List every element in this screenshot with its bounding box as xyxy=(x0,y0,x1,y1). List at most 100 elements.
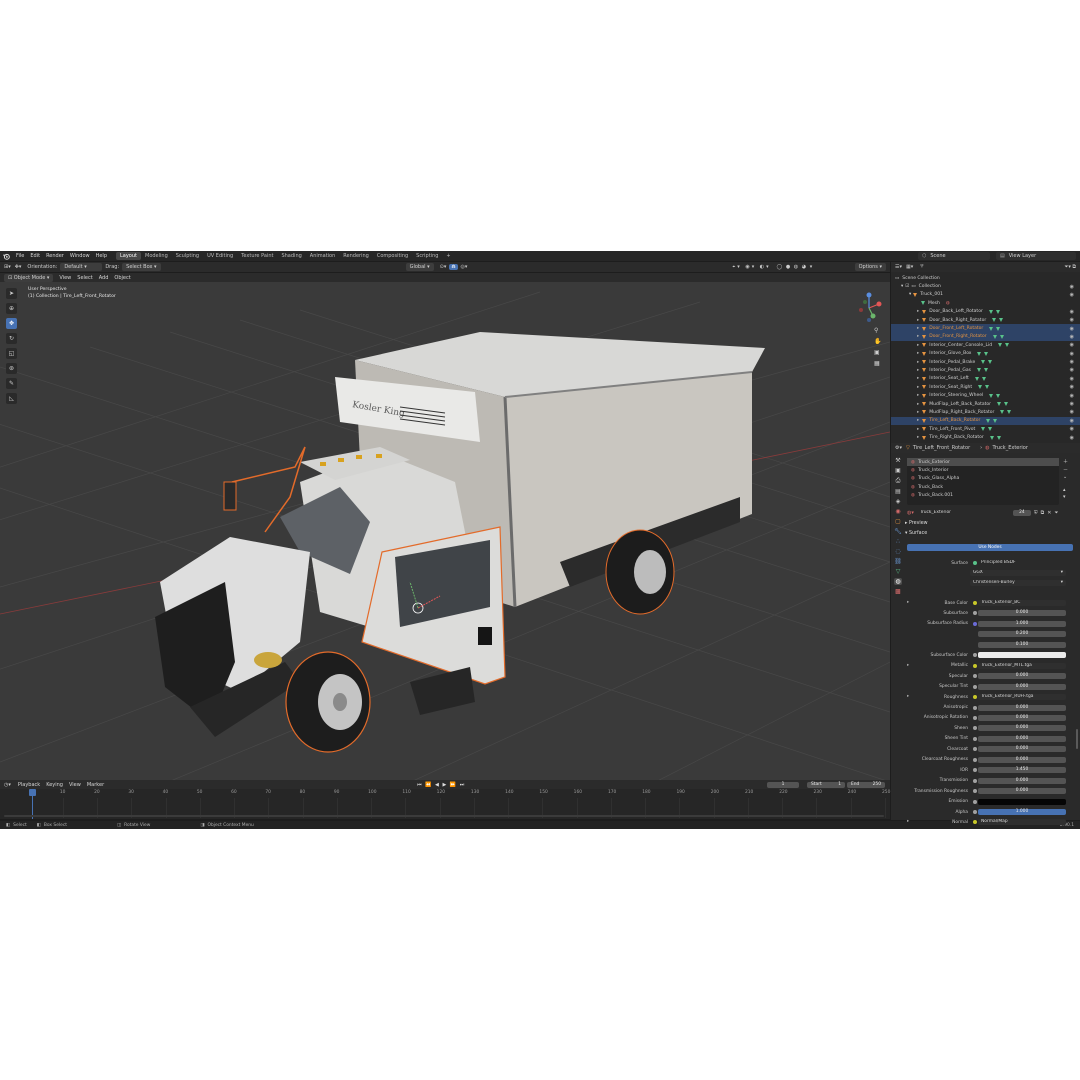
socket-icon[interactable] xyxy=(971,820,978,825)
numeric-field[interactable]: 0.000 xyxy=(978,756,1066,763)
expand-arrow-icon[interactable]: ▸ xyxy=(907,663,909,668)
outliner-search-input[interactable]: ⚲ xyxy=(917,264,991,270)
orientation-dropdown[interactable]: Default ▾ xyxy=(60,263,103,271)
move-slot-up-button[interactable]: ▴ xyxy=(1063,487,1068,493)
color-swatch-white[interactable] xyxy=(978,652,1066,659)
collapsed-arrow-icon[interactable]: ▸ xyxy=(917,309,919,314)
outliner-item[interactable]: ▸ Interior_Steering_Wheel ◉ xyxy=(891,391,1080,399)
outliner-editor-icon[interactable]: ☰▾ xyxy=(895,264,902,270)
material-slot[interactable]: ◍ Truck_Back xyxy=(907,483,1059,491)
outliner-item[interactable]: ▸ Interior_Glove_Box ◉ xyxy=(891,350,1080,358)
transform-space-dropdown[interactable]: Global ▾ xyxy=(405,263,434,271)
collapsed-arrow-icon[interactable]: ▸ xyxy=(917,410,919,415)
properties-editor-icon[interactable]: ⚙▾ xyxy=(895,445,902,451)
properties-scrollbar[interactable] xyxy=(1076,729,1078,749)
numeric-field[interactable]: 0.000 xyxy=(978,746,1066,753)
numeric-field[interactable]: 0.000 xyxy=(978,725,1066,732)
cursor-tool-button[interactable]: ⊕ xyxy=(6,303,17,314)
scene-tab-icon[interactable]: ◈ xyxy=(896,498,901,505)
menu-window[interactable]: Window xyxy=(67,253,93,259)
outliner-item[interactable]: ▸ Door_Front_Left_Rotator ◉ xyxy=(891,324,1080,333)
numeric-field[interactable]: 0.000 xyxy=(978,777,1066,784)
socket-icon[interactable] xyxy=(971,747,978,752)
outliner-item[interactable]: ▸ Tire_Left_Front_Pivot ◉ xyxy=(891,425,1080,433)
material-slot[interactable]: ◍ Truck_Back.001 xyxy=(907,492,1059,500)
socket-icon[interactable] xyxy=(971,611,978,616)
particles-tab-icon[interactable]: ∴ xyxy=(896,538,900,545)
eye-icon[interactable]: ◉ xyxy=(1070,359,1074,365)
collapsed-arrow-icon[interactable]: ▸ xyxy=(917,368,919,373)
numeric-field[interactable]: 0.100 xyxy=(978,641,1066,648)
checkbox-icon[interactable]: ☑ xyxy=(905,284,909,289)
outliner-item[interactable]: ▸ Door_Back_Left_Rotator ◉ xyxy=(891,308,1080,316)
material-user-count[interactable]: 24 xyxy=(1012,510,1031,516)
socket-icon[interactable] xyxy=(971,653,978,658)
texture-input-field[interactable]: Normal/Map xyxy=(978,819,1066,826)
add-workspace-button[interactable]: + xyxy=(442,252,454,260)
viewport-menu-add[interactable]: Add xyxy=(96,275,112,281)
socket-icon[interactable] xyxy=(971,778,978,783)
move-tool-button[interactable]: ✥ xyxy=(6,318,17,329)
snap-icon[interactable]: ⊙▾ xyxy=(440,264,447,270)
tab-modeling[interactable]: Modeling xyxy=(141,252,172,260)
material-filter-icon[interactable]: ⏷ xyxy=(1054,510,1058,516)
viewport-menu-object[interactable]: Object xyxy=(111,275,133,281)
numeric-field[interactable]: 0.000 xyxy=(978,788,1066,795)
outliner-item[interactable]: ▸ Interior_Center_Console_Lid ◉ xyxy=(891,341,1080,349)
material-browse-icon[interactable]: ◍▾ xyxy=(907,510,914,516)
material-slot[interactable]: ◍ Truck_Exterior xyxy=(907,458,1059,467)
proportional-edit-icon[interactable]: ◎▾ xyxy=(461,264,468,270)
eye-icon[interactable]: ◉ xyxy=(1070,393,1074,399)
menu-file[interactable]: File xyxy=(13,253,27,259)
camera-icon[interactable]: ▣ xyxy=(874,349,881,356)
collapsed-arrow-icon[interactable]: ▸ xyxy=(917,360,919,365)
remove-slot-button[interactable]: － xyxy=(1063,466,1068,473)
eye-icon[interactable]: ◉ xyxy=(1070,284,1074,290)
eye-icon[interactable]: ◉ xyxy=(1070,317,1074,323)
outliner-item[interactable]: ▸ Tire_Left_Back_Rotator ◉ xyxy=(891,416,1080,426)
eye-icon[interactable]: ◉ xyxy=(1070,401,1074,407)
socket-icon[interactable] xyxy=(971,736,978,741)
tab-scripting[interactable]: Scripting xyxy=(412,252,442,260)
eye-icon[interactable]: ◉ xyxy=(1070,426,1074,432)
timeline-menu-view[interactable]: View xyxy=(66,782,84,788)
use-nodes-button[interactable]: Use Nodes xyxy=(907,544,1073,551)
collapsed-arrow-icon[interactable]: ▸ xyxy=(917,435,919,440)
data-tab-icon[interactable]: ▽ xyxy=(896,568,901,575)
socket-icon[interactable] xyxy=(971,768,978,773)
numeric-field[interactable]: 1.000 xyxy=(978,620,1066,627)
eye-icon[interactable]: ◉ xyxy=(1070,342,1074,348)
hand-pan-icon[interactable]: ✋ xyxy=(874,338,881,345)
numeric-field[interactable]: 0.000 xyxy=(978,735,1066,742)
socket-icon[interactable] xyxy=(971,757,978,762)
render-tab-icon[interactable]: ▣ xyxy=(895,467,901,474)
outliner-item[interactable]: ▸ Door_Back_Right_Rotator ◉ xyxy=(891,316,1080,324)
socket-icon[interactable] xyxy=(971,810,978,814)
expand-arrow-icon[interactable]: ▸ xyxy=(907,600,909,605)
outliner-item[interactable]: ▸ Interior_Pedal_Gas ◉ xyxy=(891,366,1080,374)
timeline-menu-playback[interactable]: Playback xyxy=(15,782,43,788)
socket-icon[interactable] xyxy=(971,695,978,700)
numeric-field[interactable]: 0.000 xyxy=(978,673,1066,680)
options-dropdown[interactable]: Options ▾ xyxy=(854,263,886,271)
playhead[interactable] xyxy=(29,789,36,796)
blender-logo-icon[interactable] xyxy=(3,253,10,260)
navigation-gizmo[interactable] xyxy=(855,290,885,326)
view-layer-tab-icon[interactable]: ▤ xyxy=(895,488,901,495)
tool-tab-icon[interactable]: ⚒ xyxy=(895,457,900,464)
collapsed-arrow-icon[interactable]: ▸ xyxy=(917,334,919,339)
tab-layout[interactable]: Layout xyxy=(116,252,141,260)
outliner-root-object[interactable]: ▾ Truck_001 ◉ xyxy=(891,291,1080,299)
menu-edit[interactable]: Edit xyxy=(27,253,43,259)
outliner-collection[interactable]: ▾ ☑ ▭ Collection ◉ xyxy=(891,282,1080,290)
physics-tab-icon[interactable]: ◌ xyxy=(895,548,900,555)
scale-tool-button[interactable]: ◱ xyxy=(6,348,17,359)
timeline-menu-keying[interactable]: Keying xyxy=(43,782,66,788)
eye-icon[interactable]: ◉ xyxy=(1070,435,1074,441)
collapsed-arrow-icon[interactable]: ▸ xyxy=(917,427,919,432)
socket-icon[interactable] xyxy=(971,715,978,720)
timeline-scrollbar[interactable] xyxy=(4,815,884,817)
outliner-item[interactable]: ▸ MudFlap_Right_Back_Rotator ◉ xyxy=(891,408,1080,416)
tab-rendering[interactable]: Rendering xyxy=(339,252,373,260)
viewport-gizmo-icons[interactable]: ⌖▾ ◉▾ ◐▾ xyxy=(732,264,770,270)
